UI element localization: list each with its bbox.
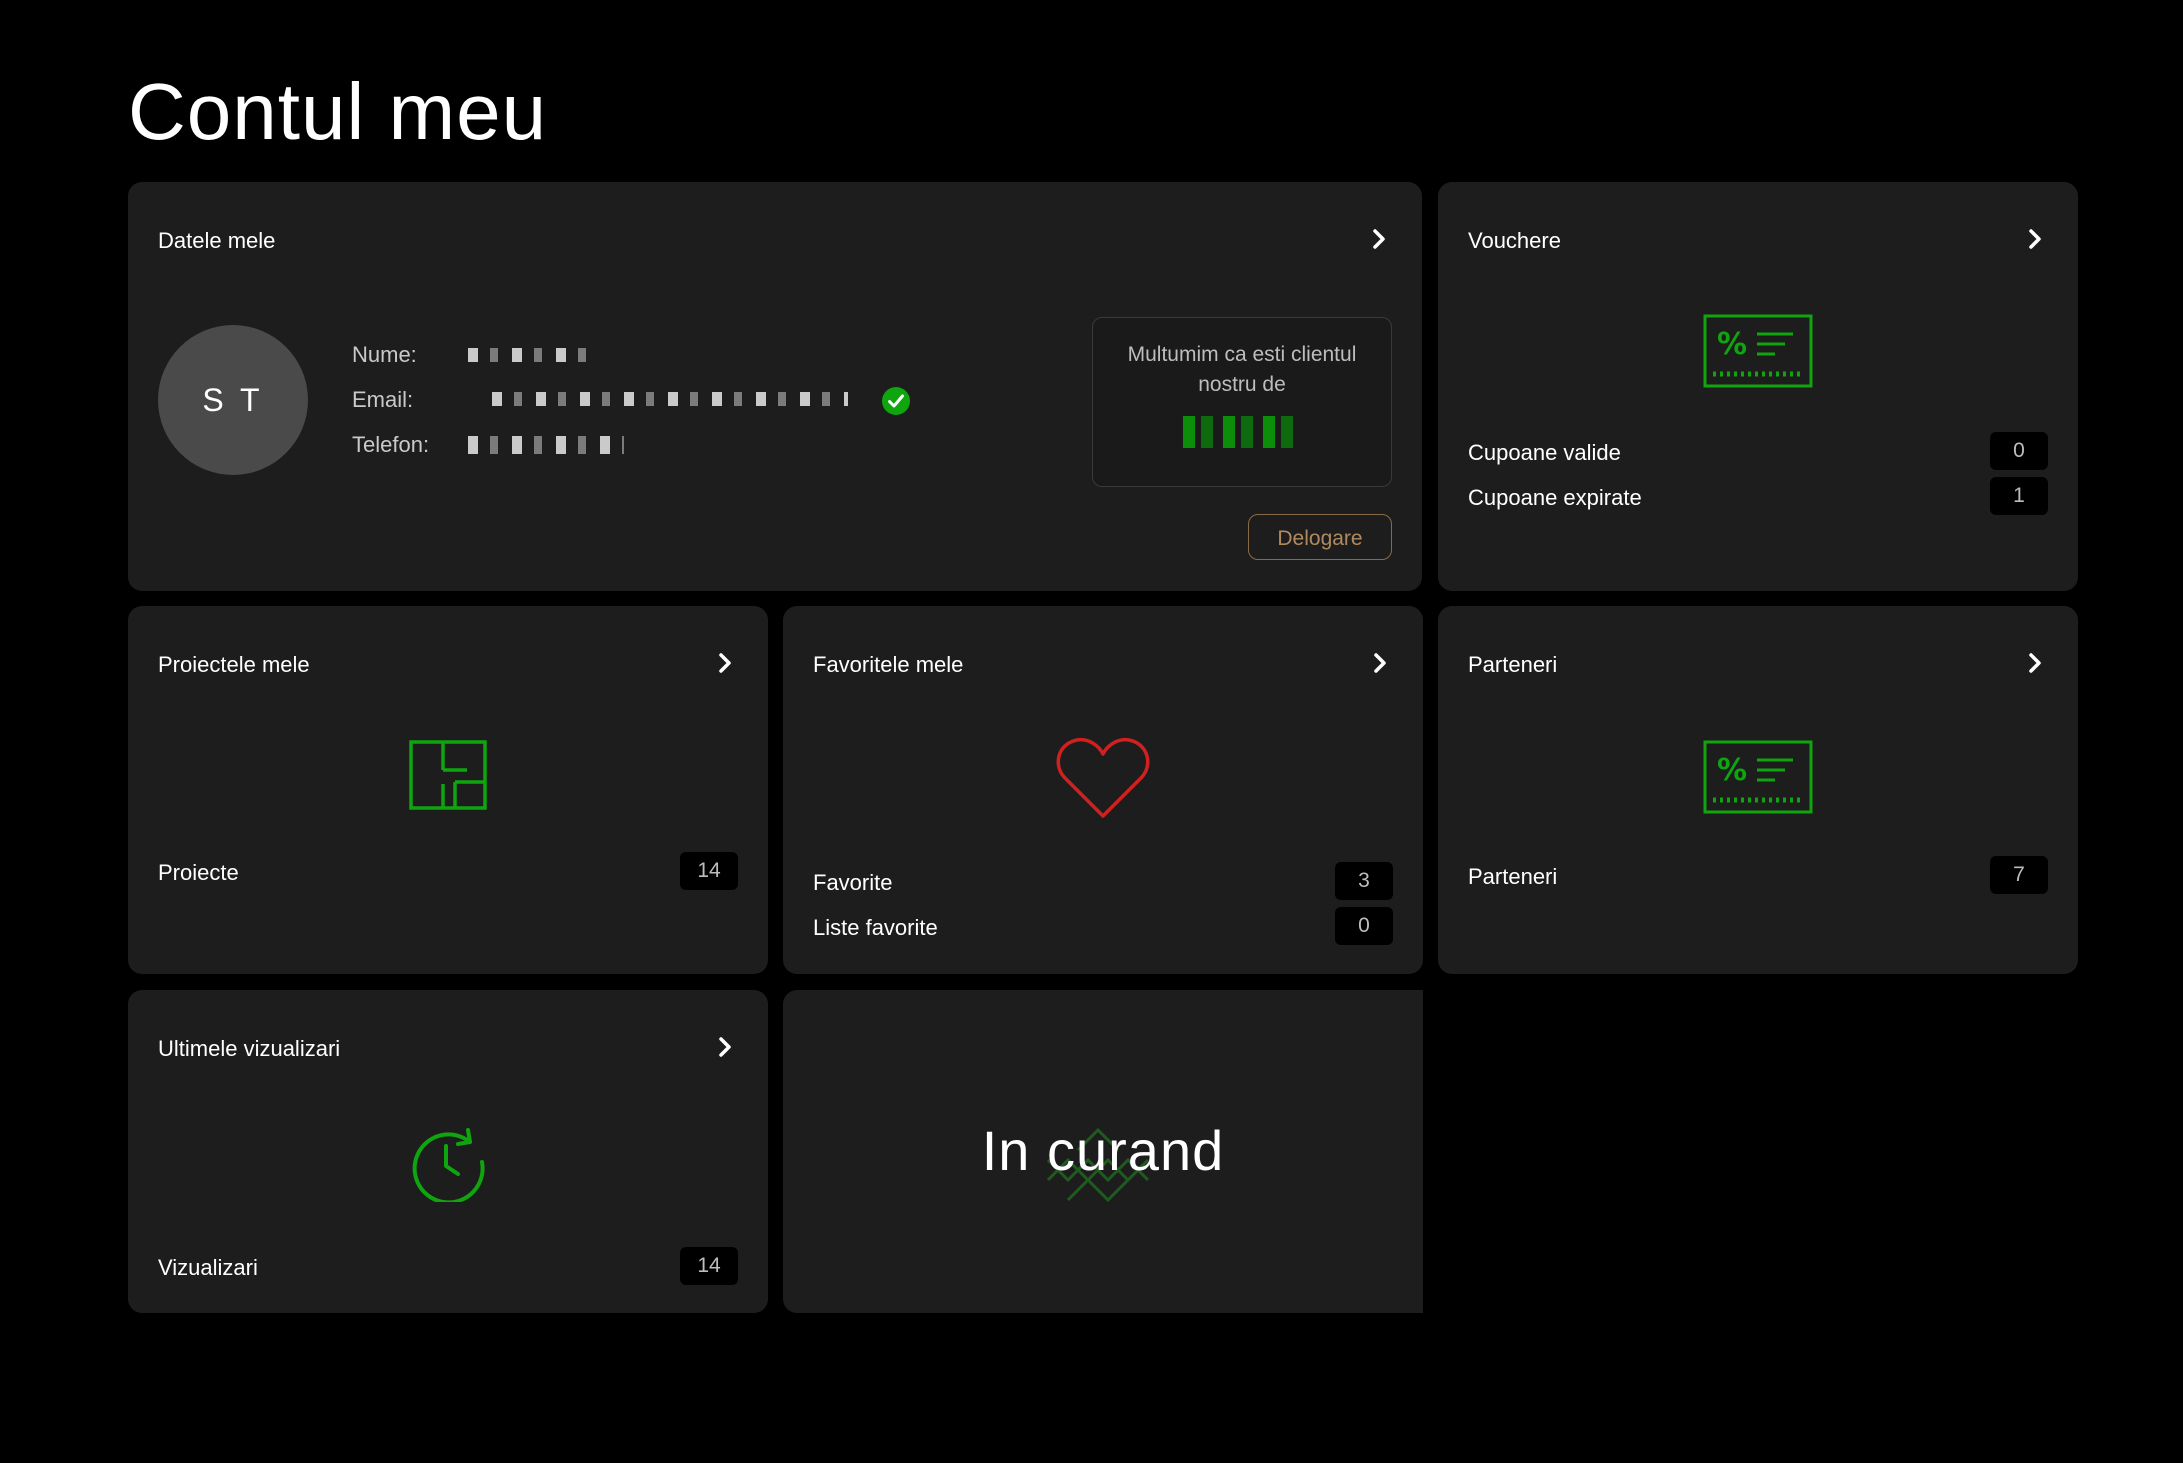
favorites-card-title: Favoritele mele xyxy=(813,652,964,677)
views-label: Vizualizari xyxy=(158,1255,258,1280)
heart-icon xyxy=(783,736,1423,820)
page-title: Contul meu xyxy=(128,67,548,156)
favorite-lists-row: Liste favorite 0 xyxy=(813,907,1393,947)
projects-card: Proiectele mele Proiecte 14 xyxy=(128,606,768,974)
favorites-card: Favoritele mele Favorite 3 Liste favorit… xyxy=(783,606,1423,974)
favorite-lists-label: Liste favorite xyxy=(813,915,938,940)
name-value-redacted xyxy=(468,348,594,362)
partners-row: Parteneri 7 xyxy=(1468,856,2048,896)
projects-count: 14 xyxy=(680,852,738,890)
recent-views-card: Ultimele vizualizari Vizualizari 14 xyxy=(128,990,768,1313)
projects-label: Proiecte xyxy=(158,860,239,885)
phone-value-redacted xyxy=(468,436,624,454)
email-label: Email: xyxy=(352,387,414,412)
views-row: Vizualizari 14 xyxy=(158,1247,738,1287)
recent-views-card-title: Ultimele vizualizari xyxy=(158,1036,341,1061)
projects-row: Proiecte 14 xyxy=(158,852,738,892)
loyalty-duration-redacted xyxy=(1183,416,1301,448)
partners-card-title: Parteneri xyxy=(1468,652,1558,677)
expired-coupons-row: Cupoane expirate 1 xyxy=(1468,477,2048,517)
loyalty-box: Multumim ca esti clientul nostru de xyxy=(1092,317,1392,487)
chevron-right-icon[interactable] xyxy=(2022,650,2048,676)
expired-coupons-label: Cupoane expirate xyxy=(1468,485,1642,510)
valid-coupons-count: 0 xyxy=(1990,432,2048,470)
avatar: S T xyxy=(158,325,308,475)
vouchers-card: Vouchere % Cupoane valide 0 Cupoane expi… xyxy=(1438,182,2078,591)
verified-check-icon xyxy=(881,386,911,416)
views-count: 14 xyxy=(680,1247,738,1285)
favorites-card-header[interactable]: Favoritele mele xyxy=(813,644,1393,684)
valid-coupons-label: Cupoane valide xyxy=(1468,440,1621,465)
chevron-right-icon[interactable] xyxy=(1367,650,1393,676)
chevron-right-icon[interactable] xyxy=(712,650,738,676)
projects-card-title: Proiectele mele xyxy=(158,652,310,677)
partners-card-header[interactable]: Parteneri xyxy=(1468,644,2048,684)
chevron-right-icon[interactable] xyxy=(2022,226,2048,252)
recent-views-card-header[interactable]: Ultimele vizualizari xyxy=(158,1028,738,1068)
favorites-row: Favorite 3 xyxy=(813,862,1393,902)
coming-soon-text: In curand xyxy=(981,1119,1225,1182)
logout-button[interactable]: Delogare xyxy=(1248,514,1392,560)
chevron-right-icon[interactable] xyxy=(712,1034,738,1060)
voucher-icon: % xyxy=(1438,314,2078,388)
name-label: Nume: xyxy=(352,342,417,367)
favorites-count: 3 xyxy=(1335,862,1393,900)
history-icon xyxy=(128,1122,768,1202)
voucher-icon: % xyxy=(1438,740,2078,814)
favorite-lists-count: 0 xyxy=(1335,907,1393,945)
phone-label: Telefon: xyxy=(352,432,430,457)
loyalty-message: Multumim ca esti clientul nostru de xyxy=(1127,343,1357,396)
projects-card-header[interactable]: Proiectele mele xyxy=(158,644,738,684)
profile-card: Datele mele S T Nume: Email: Telefon: Mu… xyxy=(128,182,1422,591)
chevron-right-icon[interactable] xyxy=(1366,226,1392,252)
partners-count: 7 xyxy=(1990,856,2048,894)
vouchers-card-header[interactable]: Vouchere xyxy=(1468,220,2048,260)
svg-text:%: % xyxy=(1717,327,1747,362)
profile-card-title: Datele mele xyxy=(158,228,276,253)
svg-text:%: % xyxy=(1717,753,1747,788)
favorites-label: Favorite xyxy=(813,870,893,895)
floorplan-icon xyxy=(128,740,768,810)
expired-coupons-count: 1 xyxy=(1990,477,2048,515)
email-value-redacted xyxy=(492,392,848,406)
profile-card-header[interactable]: Datele mele xyxy=(158,220,1392,260)
coming-soon-card: In curand xyxy=(783,990,1423,1313)
partners-card: Parteneri % Parteneri 7 xyxy=(1438,606,2078,974)
partners-label: Parteneri xyxy=(1468,864,1558,889)
account-page: Contul meu Datele mele S T Nume: Email: … xyxy=(0,0,2183,1463)
vouchers-card-title: Vouchere xyxy=(1468,228,1561,253)
valid-coupons-row: Cupoane valide 0 xyxy=(1468,432,2048,472)
